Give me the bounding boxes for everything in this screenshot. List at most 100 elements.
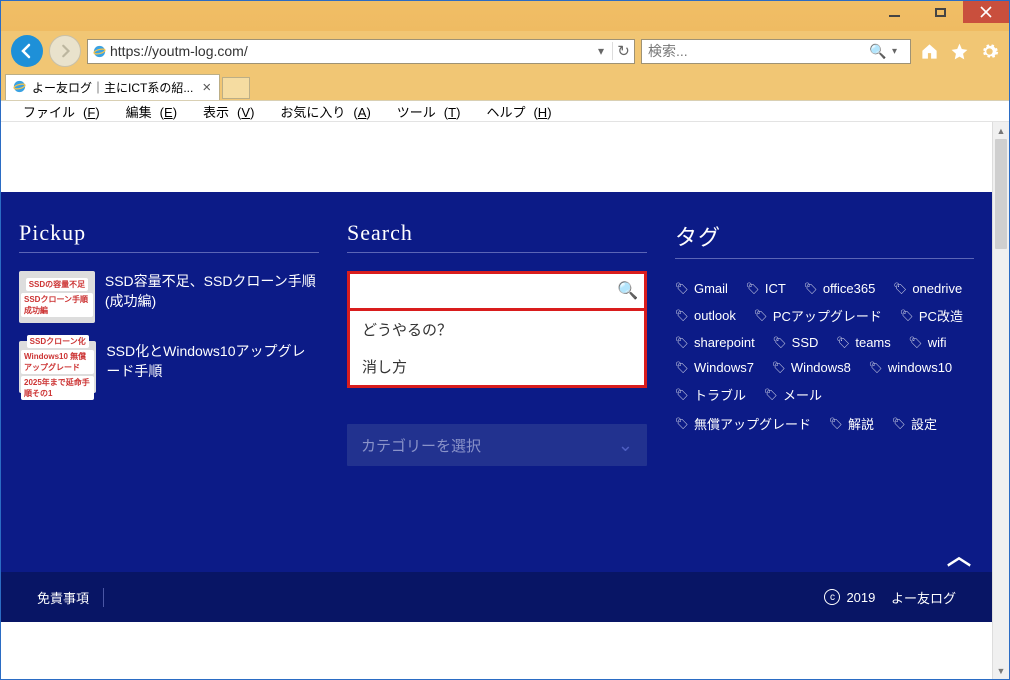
pickup-link[interactable]: SSD容量不足、SSDクローン手順(成功編) — [105, 271, 319, 323]
copyright-icon: c — [824, 589, 840, 605]
tag-link[interactable]: 🏷wifi — [909, 335, 947, 350]
tag-link[interactable]: 🏷Gmail — [675, 281, 728, 296]
pickup-item[interactable]: SSDの容量不足 SSDクローン手順 成功編 SSD容量不足、SSDクローン手順… — [19, 271, 319, 323]
tag-link[interactable]: 🏷teams — [836, 335, 890, 350]
tab-close-icon[interactable]: × — [198, 79, 215, 96]
browser-tab[interactable]: よー友ログ｜主にICT系の紹... × — [5, 74, 220, 100]
disclaimer-link[interactable]: 免責事項 — [37, 588, 104, 607]
menu-help[interactable]: ヘルプ(H) — [470, 101, 559, 122]
tag-link[interactable]: 🏷解説 — [829, 414, 874, 433]
tag-icon: 🏷 — [675, 336, 689, 349]
menu-view[interactable]: 表示(V) — [187, 101, 262, 122]
tag-label: Gmail — [694, 281, 728, 296]
tag-label: Windows7 — [694, 360, 754, 375]
tag-icon: 🏷 — [900, 309, 914, 322]
footer-bar: 免責事項 c 2019 よー友ログ — [1, 572, 992, 622]
tag-link[interactable]: 🏷onedrive — [893, 281, 962, 296]
address-dropdown-icon[interactable]: ▾ — [590, 44, 612, 58]
menu-favorites[interactable]: お気に入り(A) — [264, 101, 378, 122]
search-suggestion[interactable]: どうやるの？ — [350, 311, 644, 348]
tag-icon: 🏷 — [772, 361, 786, 374]
window-maximize-button[interactable] — [917, 1, 963, 23]
search-suggestion[interactable]: 消し方 — [350, 348, 644, 385]
tag-link[interactable]: 🏷Windows8 — [772, 360, 851, 375]
tag-link[interactable]: 🏷 PC改造 — [900, 306, 963, 325]
tag-link[interactable]: 🏷メール — [764, 385, 822, 404]
vertical-scrollbar[interactable]: ▲ ▼ — [992, 122, 1009, 679]
tab-title: よー友ログ｜主にICT系の紹... — [32, 79, 193, 96]
tag-label: outlook — [694, 308, 736, 323]
tag-link[interactable]: 🏷PCアップグレード — [754, 306, 882, 325]
tag-label: onedrive — [912, 281, 962, 296]
home-icon[interactable] — [917, 39, 941, 63]
tag-icon: 🏷 — [892, 417, 906, 430]
browser-search-box[interactable]: 🔍 ▾ — [641, 39, 911, 64]
tag-link[interactable]: 🏷 outlook — [675, 306, 736, 325]
browser-nav-bar: ▾ ↻ 🔍 ▾ — [1, 31, 1009, 71]
category-select-placeholder: カテゴリーを選択 — [361, 435, 481, 456]
address-input[interactable] — [110, 43, 590, 59]
pickup-thumb: SSDの容量不足 SSDクローン手順 成功編 — [19, 271, 95, 323]
tag-icon: 🏷 — [836, 336, 850, 349]
tag-link[interactable]: 🏷office365 — [804, 281, 876, 296]
tag-link[interactable]: 🏷 Windows7 — [675, 360, 754, 375]
reload-button[interactable]: ↻ — [612, 42, 634, 60]
tag-label: 設定 — [911, 414, 937, 433]
scrollbar-thumb[interactable] — [995, 139, 1007, 249]
tag-label: ICT — [765, 281, 786, 296]
address-bar[interactable]: ▾ ↻ — [87, 39, 635, 64]
tab-strip: よー友ログ｜主にICT系の紹... × — [1, 71, 1009, 100]
search-icon[interactable]: 🔍 — [864, 43, 892, 60]
search-heading: Search — [347, 208, 647, 253]
menu-edit[interactable]: 編集(E) — [110, 101, 185, 122]
tag-link[interactable]: 🏷無償アップグレード — [675, 414, 811, 433]
site-search-box: 🔍 どうやるの？ 消し方 — [347, 271, 647, 388]
tag-icon: 🏷 — [675, 361, 689, 374]
ie-icon — [88, 44, 110, 59]
forward-button[interactable] — [49, 35, 81, 67]
tag-icon: 🏷 — [804, 282, 818, 295]
pickup-link[interactable]: SSD化とWindows10アップグレード手順 — [106, 341, 319, 393]
search-engine-dropdown-icon[interactable]: ▾ — [892, 46, 910, 57]
menu-file[interactable]: ファイル(F) — [7, 101, 108, 122]
favorites-star-icon[interactable] — [947, 39, 971, 63]
tag-icon: 🏷 — [764, 388, 778, 401]
new-tab-button[interactable] — [222, 77, 250, 99]
scrollbar-track[interactable] — [993, 139, 1009, 662]
tag-icon: 🏷 — [675, 388, 689, 401]
tag-cloud: 🏷Gmail🏷ICT🏷office365🏷onedrive🏷outlook🏷PC… — [675, 277, 974, 433]
settings-gear-icon[interactable] — [977, 39, 1001, 63]
pickup-item[interactable]: SSDクローン化 Windows10 無償アップグレード 2025年まで延命手順… — [19, 341, 319, 393]
category-select[interactable]: カテゴリーを選択 ⌄ — [347, 424, 647, 466]
scroll-to-top-icon[interactable]: ︿ — [944, 538, 974, 568]
tag-link[interactable]: 🏷windows10 — [869, 360, 952, 375]
tag-label: 解説 — [848, 414, 874, 433]
browser-search-input[interactable] — [642, 43, 864, 59]
back-button[interactable] — [11, 35, 43, 67]
site-search-input[interactable] — [350, 274, 612, 308]
copyright: c 2019 よー友ログ — [824, 588, 956, 607]
menu-tools[interactable]: ツール(T) — [381, 101, 469, 122]
tag-icon: 🏷 — [909, 336, 923, 349]
tag-link[interactable]: 🏷 設定 — [892, 414, 937, 433]
ie-icon — [12, 79, 27, 97]
tags-heading: タグ — [675, 208, 974, 259]
window-title-bar — [1, 1, 1009, 31]
scroll-up-button[interactable]: ▲ — [993, 122, 1009, 139]
pickup-heading: Pickup — [19, 208, 319, 253]
scroll-down-button[interactable]: ▼ — [993, 662, 1009, 679]
tag-icon: 🏷 — [675, 309, 689, 322]
tag-link[interactable]: 🏷SSD — [773, 335, 819, 350]
tag-label: 無償アップグレード — [694, 414, 811, 433]
tag-label: PC改造 — [919, 306, 963, 325]
menu-bar: ファイル(F) 編集(E) 表示(V) お気に入り(A) ツール(T) ヘルプ(… — [1, 100, 1009, 122]
chevron-down-icon: ⌄ — [618, 435, 633, 456]
tag-link[interactable]: 🏷ICT — [746, 281, 786, 296]
tag-label: windows10 — [888, 360, 952, 375]
tag-link[interactable]: 🏷sharepoint — [675, 335, 755, 350]
tag-link[interactable]: 🏷トラブル — [675, 385, 746, 404]
window-close-button[interactable] — [963, 1, 1009, 23]
search-icon[interactable]: 🔍 — [612, 281, 644, 301]
window-minimize-button[interactable] — [871, 1, 917, 23]
tag-icon: 🏷 — [773, 336, 787, 349]
